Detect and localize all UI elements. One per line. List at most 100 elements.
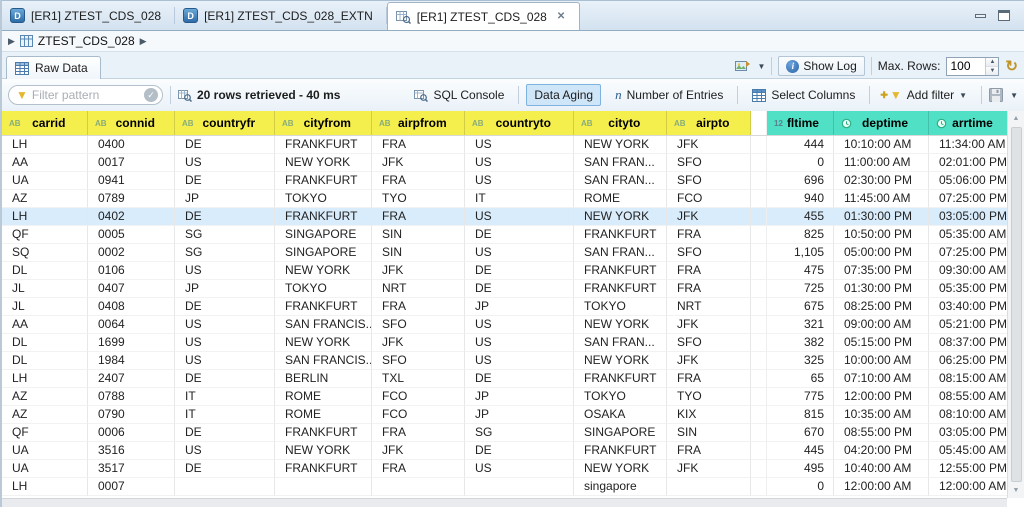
table-row[interactable]: LH 2407 DE BERLIN TXL DE FRANKFURT FRA 65 07:10:0… (2, 370, 1024, 388)
toolbar: ▼ ✓ 20 rows retrieved - 40 ms SQL Consol… (2, 78, 1024, 111)
table-row[interactable]: LH 0400 DE FRANKFURT FRA US NEW YORK JFK 444 10:1… (2, 136, 1024, 154)
table-row[interactable]: JL 0407 JP TOKYO NRT DE FRANKFURT FRA 725 01:30:0… (2, 280, 1024, 298)
save-icon[interactable] (989, 88, 1004, 102)
scroll-down-icon[interactable]: ▼ (1008, 483, 1024, 498)
max-rows-input[interactable] (947, 59, 986, 73)
close-icon[interactable]: ✕ (557, 11, 565, 22)
maximize-icon[interactable] (998, 10, 1010, 21)
column-header-airpto[interactable]: AB airpto (667, 111, 751, 135)
table-cell: SQ (2, 244, 88, 262)
table-row[interactable]: AA 0064 US SAN FRANCIS... SFO US NEW YORK JFK 32… (2, 316, 1024, 334)
table-cell: TOKYO (275, 280, 372, 298)
table-cell: IT (465, 190, 574, 208)
table-cell: US (175, 442, 275, 460)
table-cell (751, 352, 767, 370)
chevron-right-icon[interactable]: ▶ (8, 36, 15, 47)
table-cell: FRANKFURT (275, 298, 372, 316)
table-row[interactable]: DL 1984 US SAN FRANCIS... SFO US NEW YORK JFK 32… (2, 352, 1024, 370)
max-rows-label: Max. Rows: (877, 59, 941, 73)
scroll-up-icon[interactable]: ▲ (1008, 111, 1024, 126)
chevron-right-icon[interactable]: ▶ (140, 36, 147, 47)
vertical-scrollbar[interactable]: ▲ ▼ (1007, 111, 1024, 498)
table-row[interactable]: UA 3516 US NEW YORK JFK DE FRANKFURT FRA 445 04:2… (2, 442, 1024, 460)
max-rows-stepper: ▲ ▼ (985, 57, 999, 75)
table-row[interactable]: AZ 0789 JP TOKYO TYO IT ROME FCO 940 11:45:00 AM 0… (2, 190, 1024, 208)
column-header-countryfr[interactable]: AB countryfr (175, 111, 275, 135)
breadcrumb-item[interactable]: ZTEST_CDS_028 (38, 34, 135, 48)
table-cell: 0005 (88, 226, 175, 244)
table-cell: AA (2, 154, 88, 172)
table-cell: FCO (667, 190, 751, 208)
table-cell (751, 136, 767, 154)
table-cell: LH (2, 208, 88, 226)
table-cell: FRANKFURT (574, 226, 667, 244)
export-icon[interactable] (735, 59, 751, 73)
tab-raw-data[interactable]: Raw Data (6, 56, 101, 79)
select-columns-button[interactable]: Select Columns (745, 85, 862, 105)
table-cell: DE (465, 370, 574, 388)
show-log-button[interactable]: i Show Log (778, 56, 865, 76)
apply-filter-icon[interactable]: ✓ (144, 88, 158, 102)
column-header-deptime[interactable]: deptime (834, 111, 929, 135)
horizontal-scrollbar[interactable] (2, 498, 1007, 507)
table-row[interactable]: QF 0005 SG SINGAPORE SIN DE FRANKFURT FRA 825 10:… (2, 226, 1024, 244)
view-toolbar-right: ▼ i Show Log Max. Rows: ▲ ▼ ↻ (735, 56, 1024, 78)
table-row[interactable]: AZ 0788 IT ROME FCO JP TOKYO TYO 775 12:00:00 PM 0… (2, 388, 1024, 406)
table-row[interactable]: LH 0007 singapore 0 12:00:00 AM 12:00:00 AM (2, 478, 1024, 496)
table-row[interactable]: QF 0006 DE FRANKFURT FRA SG SINGAPORE SIN 670 08:… (2, 424, 1024, 442)
table-row[interactable]: DL 0106 US NEW YORK JFK DE FRANKFURT FRA 475 07:3… (2, 262, 1024, 280)
add-filter-label: Add filter (906, 88, 955, 102)
filter-pattern-input[interactable] (31, 88, 140, 102)
table-cell: 725 (767, 280, 834, 298)
table-cell: FRA (372, 460, 465, 478)
plus-icon: ✚ (880, 89, 888, 100)
table-cell: 0002 (88, 244, 175, 262)
table-row[interactable]: UA 3517 DE FRANKFURT FRA US NEW YORK JFK 495 10:4… (2, 460, 1024, 478)
table-cell: 12:00:00 AM (929, 478, 1009, 496)
ddls-icon: D (183, 8, 199, 23)
chevron-down-icon[interactable]: ▼ (1010, 91, 1018, 100)
table-cell: JFK (667, 136, 751, 154)
column-header-cityfrom[interactable]: AB cityfrom (275, 111, 372, 135)
column-label: arrtime (952, 116, 993, 130)
table-row[interactable]: LH 0402 DE FRANKFURT FRA US NEW YORK JFK 455 01:3… (2, 208, 1024, 226)
column-header-carrid[interactable]: AB carrid (2, 111, 88, 135)
editor-tab-ddls-1[interactable]: D [ER1] ZTEST_CDS_028 (2, 1, 176, 30)
editor-tab-data-preview[interactable]: [ER1] ZTEST_CDS_028 ✕ (386, 2, 581, 30)
minimize-icon[interactable] (975, 13, 986, 18)
column-header-airpfrom[interactable]: AB airpfrom (372, 111, 465, 135)
vertical-scrollbar-thumb[interactable] (1010, 127, 1022, 482)
table-cell: US (465, 208, 574, 226)
add-filter-button[interactable]: ✚ ▼ Add filter ▼ (877, 85, 974, 105)
table-cell: 10:40:00 AM (834, 460, 929, 478)
table-row[interactable]: UA 0941 DE FRANKFURT FRA US SAN FRAN... SFO 696 0… (2, 172, 1024, 190)
table-cell: US (465, 154, 574, 172)
table-row[interactable]: DL 1699 US NEW YORK JFK US SAN FRAN... SFO 382 05… (2, 334, 1024, 352)
sql-console-button[interactable]: SQL Console (407, 85, 511, 105)
table-cell: 02:30:00 PM (834, 172, 929, 190)
refresh-icon[interactable]: ↻ (1005, 59, 1018, 74)
column-header-arrtime[interactable]: arrtime (929, 111, 1009, 135)
column-header-cityto[interactable]: AB cityto (574, 111, 667, 135)
column-label: airpto (696, 116, 730, 130)
editor-tab-ddls-2[interactable]: D [ER1] ZTEST_CDS_028_EXTN (175, 1, 387, 30)
column-header-fltime[interactable]: 12 fltime (767, 111, 834, 135)
chevron-down-icon[interactable]: ▼ (757, 62, 765, 71)
table-cell: TXL (372, 370, 465, 388)
spinner-down-icon[interactable]: ▼ (986, 66, 999, 75)
data-aging-button[interactable]: Data Aging (526, 84, 602, 106)
spinner-up-icon[interactable]: ▲ (986, 57, 999, 67)
table-cell: 0408 (88, 298, 175, 316)
table-row[interactable]: JL 0408 DE FRANKFURT FRA JP TOKYO NRT 675 08:25:0… (2, 298, 1024, 316)
table-cell: IT (175, 388, 275, 406)
table-cell: NEW YORK (275, 154, 372, 172)
table-row[interactable]: AA 0017 US NEW YORK JFK US SAN FRAN... SFO 0 11:0… (2, 154, 1024, 172)
column-header-connid[interactable]: AB connid (88, 111, 175, 135)
column-header-countryto[interactable]: AB countryto (465, 111, 574, 135)
number-of-entries-button[interactable]: n Number of Entries (608, 84, 730, 106)
table-row[interactable]: AZ 0790 IT ROME FCO JP OSAKA KIX 815 10:35:00 AM 0… (2, 406, 1024, 424)
table-row[interactable]: SQ 0002 SG SINGAPORE SIN US SAN FRAN... SFO 1,10… (2, 244, 1024, 262)
add-filter-funnel-icon: ▼ (889, 88, 902, 102)
table-cell: NEW YORK (275, 334, 372, 352)
table-cell: JFK (372, 262, 465, 280)
